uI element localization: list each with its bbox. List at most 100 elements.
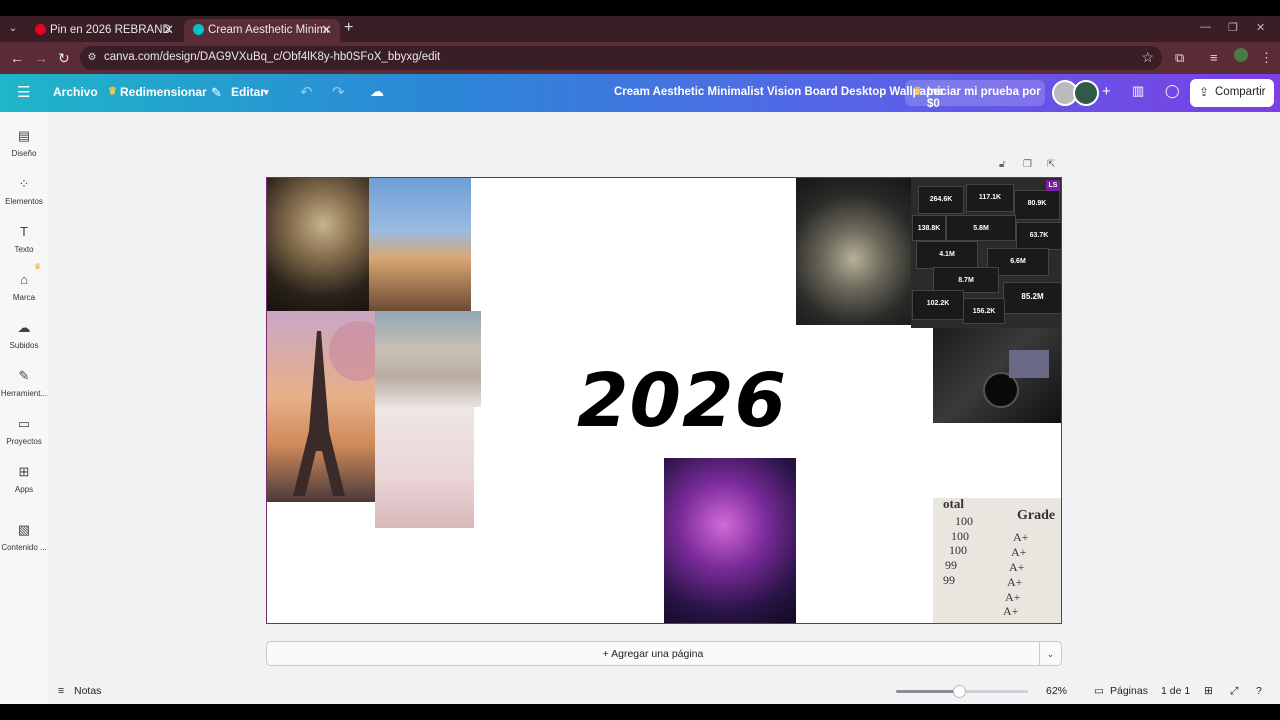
sidebar-item-label: Proyectos [6,437,42,446]
sidebar-item-apps[interactable]: ⊞ Apps [0,464,48,506]
notes-button[interactable]: Notas [74,685,101,697]
stat-value: 117.1K [978,194,1002,201]
stat-card: 85.2M [1003,282,1061,314]
user-avatar[interactable] [1073,80,1099,106]
beach-couple-photo[interactable] [375,311,481,407]
browser-tab-pinterest[interactable]: Pin en 2026 REBRAND ✕ [26,19,182,42]
stat-card: 138.8K [912,215,946,241]
close-tab-icon[interactable]: ✕ [163,22,174,38]
sidebar-item-label: Subidos [9,341,39,350]
forward-icon[interactable]: → [34,50,48,66]
social-stats-collage[interactable]: 264.6K 117.1K 80.9K 138.8K 5.8M 63.7K 4.… [911,178,1061,328]
cloud-saved-icon[interactable]: ☁ [370,83,384,100]
sidebar-item-brand[interactable]: ⌂ Marca [0,272,48,314]
duplicate-page-icon[interactable]: ❐ [1023,159,1032,170]
add-collaborator-icon[interactable]: + [1102,83,1111,100]
tab-search-icon[interactable]: ⌄ [6,22,20,36]
address-bar-row: ← → ↻ ⚙ canva.com/design/DAG9VXuBq_c/Obf… [0,42,1280,74]
sidebar-item-label: Elementos [5,197,43,206]
minimize-icon[interactable]: — [1200,21,1211,33]
notes-icon[interactable]: ≡ [58,685,64,697]
stat-card: 156.2K [963,298,1005,324]
travel-airport-photo[interactable] [369,178,471,311]
grade-score: 100 [951,529,969,543]
resize-button[interactable]: Redimensionar [120,85,207,99]
lock-icon[interactable]: 🔓︎ [999,159,1005,170]
grade-letter: A+ [1013,530,1029,544]
fullscreen-icon[interactable]: ⤢ [1230,685,1238,698]
chevron-down-icon[interactable]: ▾ [264,87,269,98]
browser-menu-icon[interactable]: ⋮ [1260,50,1273,66]
media-icon: ▧ [17,522,31,537]
stat-card: 264.6K [918,186,964,214]
workout-photo[interactable] [375,407,474,528]
undo-icon[interactable]: ↶ [300,83,313,101]
url-text: canva.com/design/DAG9VXuBq_c/Obf4lK8y-hb… [104,51,441,63]
comment-icon[interactable]: ◯ [1165,83,1180,99]
zoom-slider-handle[interactable] [953,685,967,698]
add-page-button[interactable]: + Agregar una página [266,641,1040,666]
add-page-chevron-icon[interactable]: ⌄ [1040,641,1062,666]
maximize-icon[interactable]: ❐ [1228,21,1238,34]
close-tab-icon[interactable]: ✕ [321,22,332,38]
document-title[interactable]: Cream Aesthetic Minimalist Vision Board … [614,86,944,98]
window-close-icon[interactable]: ✕ [1256,21,1265,34]
eiffel-tower-photo[interactable] [267,311,375,502]
sidebar-item-label: Texto [14,245,34,254]
hamburger-menu-icon[interactable]: ☰ [17,83,30,101]
stat-card: 4.1M [916,241,978,269]
concert-photo[interactable] [664,458,796,623]
stat-value: 264.6K [929,196,953,203]
grid-view-icon[interactable]: ⊞ [1204,685,1213,697]
stat-value: 4.1M [939,251,955,258]
pages-button[interactable]: Páginas [1110,685,1148,697]
start-trial-button[interactable]: ♛ Iniciar mi prueba por $0 [905,80,1045,110]
stat-value: 63.7K [1029,232,1049,239]
headline-2026[interactable]: 2026 [577,358,787,444]
sidebar-item-media[interactable]: ▧ Contenido ... [0,522,48,564]
browser-tab-canva[interactable]: Cream Aesthetic Minimalist Visi ✕ [184,19,340,42]
add-page-export-icon[interactable]: ⇱ [1047,159,1055,170]
apps-icon: ⊞ [18,464,30,479]
sidebar-item-uploads[interactable]: ☁ Subidos [0,320,48,362]
sidebar-item-text[interactable]: T Texto [0,224,48,266]
left-sidebar: ▤ Diseño ⁘ Elementos T Texto ♛ ⌂ Marca ☁… [0,112,48,704]
extensions-icon[interactable]: ⧉ [1175,50,1184,66]
pages-icon: ▭ [1094,685,1104,697]
file-menu-button[interactable]: Archivo [53,85,98,99]
design-canvas-page[interactable]: 264.6K 117.1K 80.9K 138.8K 5.8M 63.7K 4.… [266,177,1062,624]
grade-sheet-photo[interactable]: otal Grade 100 A+ 100 A+ 100 A+ 99 A+ 99… [933,498,1061,623]
profile-avatar-icon[interactable] [1234,48,1248,62]
sidebar-item-tools[interactable]: ✎ Herramient... [0,368,48,410]
stat-card: 117.1K [966,184,1014,212]
page-count: 1 de 1 [1161,685,1191,697]
sidebar-item-projects[interactable]: ▭ Proyectos [0,416,48,458]
redo-icon[interactable]: ↷ [332,83,345,101]
help-icon[interactable]: ? [1256,685,1262,697]
zoom-slider[interactable] [896,685,1028,698]
reading-list-icon[interactable]: ≡ [1210,50,1218,65]
share-button[interactable]: ⇪ Compartir [1190,79,1274,107]
crown-icon: ♛ [34,262,42,271]
bookmark-star-icon[interactable]: ☆ [1141,49,1154,66]
site-info-icon[interactable]: ⚙ [86,52,98,64]
money-bag-photo[interactable] [796,178,911,325]
brand-icon: ⌂ [20,272,28,287]
bottom-status-bar: ≡ Notas 62% ▭ Páginas 1 de 1 ⊞ ⤢ ? [48,680,1280,704]
sidebar-item-design[interactable]: ▤ Diseño [0,128,48,170]
stat-card: 63.7K [1016,222,1061,250]
sidebar-item-elements[interactable]: ⁘ Elementos [0,176,48,218]
zoom-percentage[interactable]: 62% [1046,685,1067,697]
new-tab-icon[interactable]: + [344,19,353,37]
text-icon: T [20,224,28,239]
address-bar[interactable]: ⚙ canva.com/design/DAG9VXuBq_c/Obf4lK8y-… [80,46,1162,70]
grade-letter: A+ [1009,560,1025,574]
trial-label: Iniciar mi prueba por $0 [927,86,1041,110]
money-fan-photo[interactable] [267,178,369,311]
reload-icon[interactable]: ↻ [58,50,70,67]
edit-mode-button[interactable]: Editar [231,85,265,99]
insights-chart-icon[interactable]: ▥ [1132,83,1144,99]
camera-photo[interactable] [933,328,1061,423]
share-label: Compartir [1215,86,1266,98]
back-icon[interactable]: ← [10,50,24,66]
